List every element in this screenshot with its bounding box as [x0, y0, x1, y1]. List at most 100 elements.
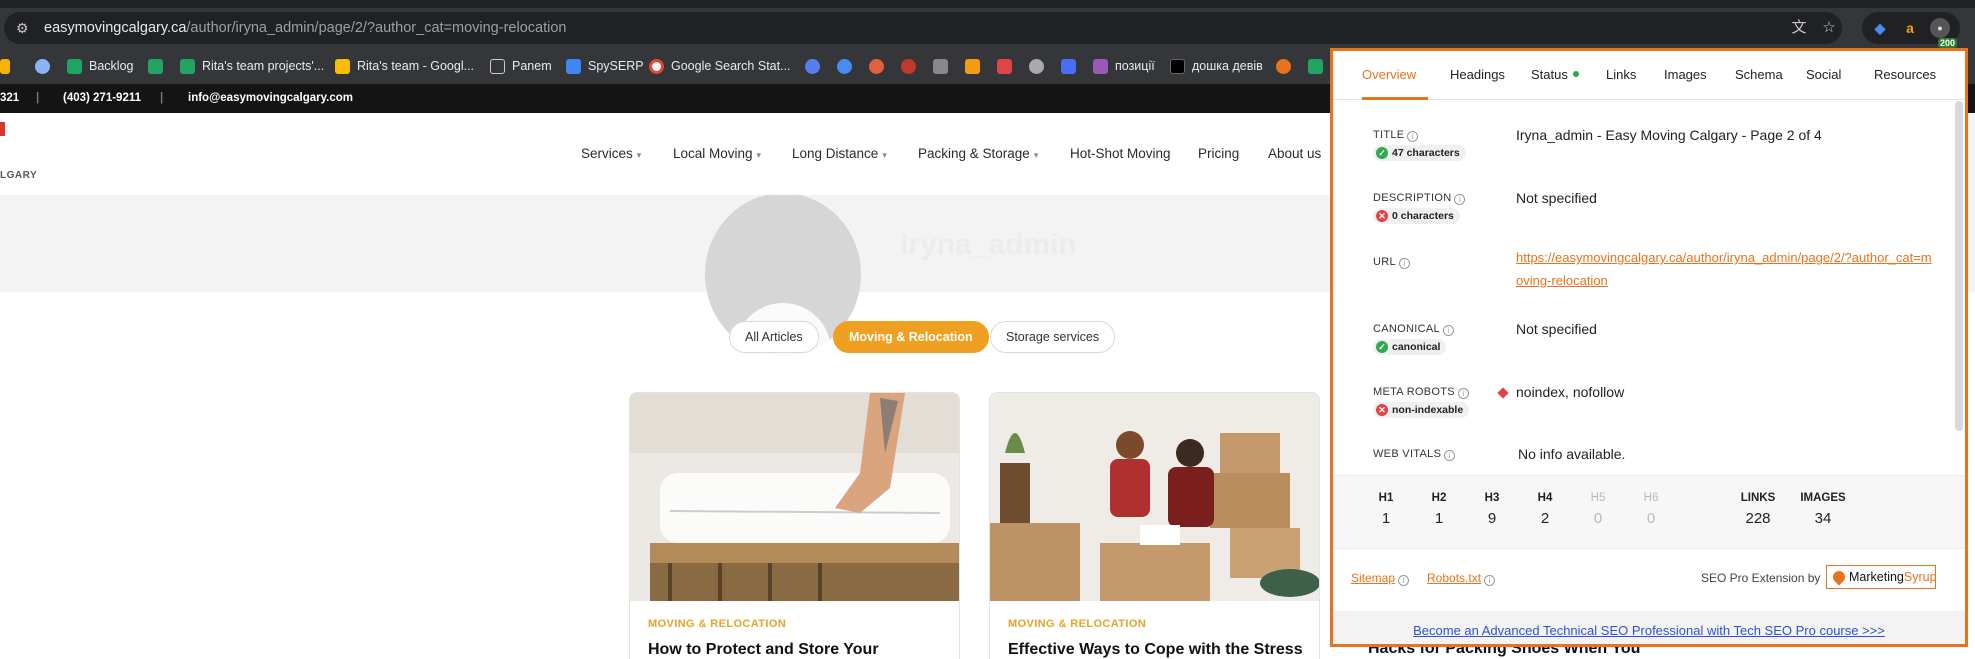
stat-links: LINKS 228 — [1740, 492, 1776, 527]
canonical-badge: ✓ canonical — [1373, 339, 1447, 355]
nav-packing-storage[interactable]: Packing & Storage ▾ — [918, 146, 1038, 161]
sitemap-link[interactable]: Sitemap i — [1351, 571, 1410, 586]
extension-seo-icon[interactable]: • — [1930, 18, 1950, 38]
nav-local-moving[interactable]: Local Moving ▾ — [673, 146, 761, 161]
article-card-1[interactable]: MOVING & RELOCATION How to Protect and S… — [629, 392, 960, 659]
chevron-down-icon: ▾ — [636, 150, 642, 160]
tab-images[interactable]: Images — [1664, 67, 1707, 82]
sheets-icon — [180, 58, 195, 74]
info-icon[interactable]: i — [1398, 575, 1410, 586]
nav-pricing[interactable]: Pricing — [1198, 146, 1239, 161]
check-icon: ✓ — [1376, 147, 1388, 159]
description-label: DESCRIPTION i — [1373, 192, 1466, 205]
stat-h4: H4 2 — [1537, 492, 1553, 527]
article-category[interactable]: MOVING & RELOCATION — [1008, 618, 1146, 630]
url-value-link[interactable]: https://easymovingcalgary.ca/author/iryn… — [1516, 246, 1936, 292]
address-url[interactable]: easymovingcalgary.ca/author/iryna_admin/… — [44, 20, 566, 36]
meta-robots-value: noindex, nofollow — [1516, 384, 1625, 400]
bookmark-doshka-deviv[interactable]: дошка девів — [1170, 57, 1263, 75]
bookmark-ritas-team-google[interactable]: Rita's team - Googl... — [335, 57, 474, 75]
contact-phone[interactable]: (403) 271-9211 — [63, 92, 141, 104]
tab-schema[interactable]: Schema — [1735, 67, 1783, 82]
robots-txt-link[interactable]: Robots.txt i — [1427, 571, 1496, 586]
bookmark-icon-5[interactable] — [933, 57, 955, 75]
info-icon[interactable]: i — [1444, 450, 1456, 461]
article-image[interactable] — [990, 393, 1319, 601]
info-icon[interactable]: i — [1442, 325, 1454, 336]
article-category[interactable]: MOVING & RELOCATION — [648, 618, 786, 630]
info-icon[interactable]: i — [1454, 194, 1466, 205]
contact-phone-partial: 321 — [0, 92, 20, 104]
chevron-down-icon: ▾ — [756, 150, 762, 160]
nav-services[interactable]: Services ▾ — [581, 146, 641, 161]
flame-icon — [1830, 568, 1848, 586]
bookmark-pozytsii[interactable]: позиції — [1093, 57, 1155, 75]
address-bar[interactable]: ⚙ easymovingcalgary.ca/author/iryna_admi… — [4, 12, 1842, 44]
bookmark-icon-3[interactable] — [869, 57, 891, 75]
translate-icon[interactable]: 文 — [1789, 18, 1809, 38]
bookmark-sheets-icon[interactable] — [148, 57, 170, 75]
error-icon: ✕ — [1376, 210, 1388, 222]
bookmark-icon-9[interactable] — [1061, 57, 1083, 75]
bookmark-panem[interactable]: Panem — [490, 57, 552, 75]
info-icon[interactable]: i — [1484, 575, 1496, 586]
bookmark-icon-1[interactable] — [805, 57, 827, 75]
bookmark-icon-7[interactable] — [997, 57, 1019, 75]
filter-moving-relocation[interactable]: Moving & Relocation — [833, 321, 989, 353]
site-settings-icon[interactable]: ⚙ — [16, 20, 32, 36]
address-bar-row: ⚙ easymovingcalgary.ca/author/iryna_admi… — [0, 8, 1975, 48]
title-length-badge: ✓ 47 characters — [1373, 145, 1466, 161]
seo-extension-panel: Overview Headings Status Links Images Sc… — [1330, 48, 1968, 647]
title-label: TITLE i — [1373, 129, 1419, 142]
tab-headings[interactable]: Headings — [1450, 67, 1505, 82]
heading-link-stats: H1 1 H2 1 H3 9 H4 2 H5 0 H6 0 LINKS 228 IMAGES 3… — [1333, 475, 1965, 549]
article-image[interactable] — [630, 393, 959, 601]
article-card-2[interactable]: MOVING & RELOCATION Effective Ways to Co… — [989, 392, 1320, 659]
info-icon[interactable]: i — [1407, 131, 1419, 142]
panel-scrollbar[interactable] — [1955, 101, 1963, 431]
bookmark-folder-icon[interactable] — [0, 57, 17, 75]
article-title[interactable]: How to Protect and Store Your — [648, 641, 879, 659]
status-ok-dot — [1572, 71, 1579, 77]
info-icon[interactable]: i — [1398, 258, 1410, 269]
bookmark-star-icon[interactable]: ☆ — [1819, 18, 1839, 38]
stat-images: IMAGES 34 — [1800, 492, 1846, 527]
tab-links[interactable]: Links — [1606, 67, 1636, 82]
nav-long-distance[interactable]: Long Distance ▾ — [792, 146, 887, 161]
bookmark-icon-11[interactable] — [1308, 57, 1330, 75]
bolt-icon — [1093, 58, 1108, 74]
browser-top-strip — [0, 0, 1975, 8]
promo-course-link[interactable]: Become an Advanced Technical SEO Profess… — [1333, 611, 1965, 644]
chevron-down-icon: ▾ — [882, 150, 887, 160]
active-tab-indicator — [1362, 97, 1428, 100]
bookmark-spyserp[interactable]: SpySERP — [566, 57, 644, 75]
extension-a-icon[interactable]: a — [1900, 18, 1920, 38]
site-logo-icon[interactable] — [0, 122, 5, 136]
site-logo-text[interactable]: LGARY — [0, 170, 37, 181]
filter-storage-services[interactable]: Storage services — [990, 321, 1116, 353]
nav-about-us[interactable]: About us — [1268, 146, 1321, 161]
nav-hot-shot-moving[interactable]: Hot-Shot Moving — [1070, 146, 1171, 161]
tab-status[interactable]: Status — [1531, 67, 1579, 82]
info-icon[interactable]: i — [1457, 388, 1469, 399]
bookmark-icon-8[interactable] — [1029, 57, 1051, 75]
filter-all-articles[interactable]: All Articles — [729, 321, 819, 353]
marketingsyrup-logo[interactable]: MarketingSyrup — [1826, 565, 1937, 589]
bookmark-ritas-team-projects[interactable]: Rita's team projects'... — [180, 57, 324, 75]
bookmark-icon-6[interactable] — [965, 57, 987, 75]
check-icon: ✓ — [1376, 341, 1388, 353]
bookmark-icon-4[interactable] — [901, 57, 923, 75]
contact-email[interactable]: info@easymovingcalgary.com — [188, 92, 353, 104]
bookmark-icon-2[interactable] — [837, 57, 859, 75]
tab-resources[interactable]: Resources — [1874, 67, 1936, 82]
bookmark-backlog[interactable]: Backlog — [67, 57, 133, 75]
bookmark-mail-icon[interactable] — [35, 57, 57, 75]
tab-overview[interactable]: Overview — [1362, 67, 1416, 82]
extension-tag-icon[interactable]: ◆ — [1870, 18, 1890, 38]
sheets-icon — [67, 58, 82, 74]
bookmark-google-search-stat[interactable]: Google Search Stat... — [649, 57, 791, 75]
canonical-value: Not specified — [1516, 321, 1597, 337]
article-title[interactable]: Effective Ways to Cope with the Stress — [1008, 641, 1303, 659]
tab-social[interactable]: Social — [1806, 67, 1841, 82]
bookmark-icon-10[interactable] — [1276, 57, 1298, 75]
